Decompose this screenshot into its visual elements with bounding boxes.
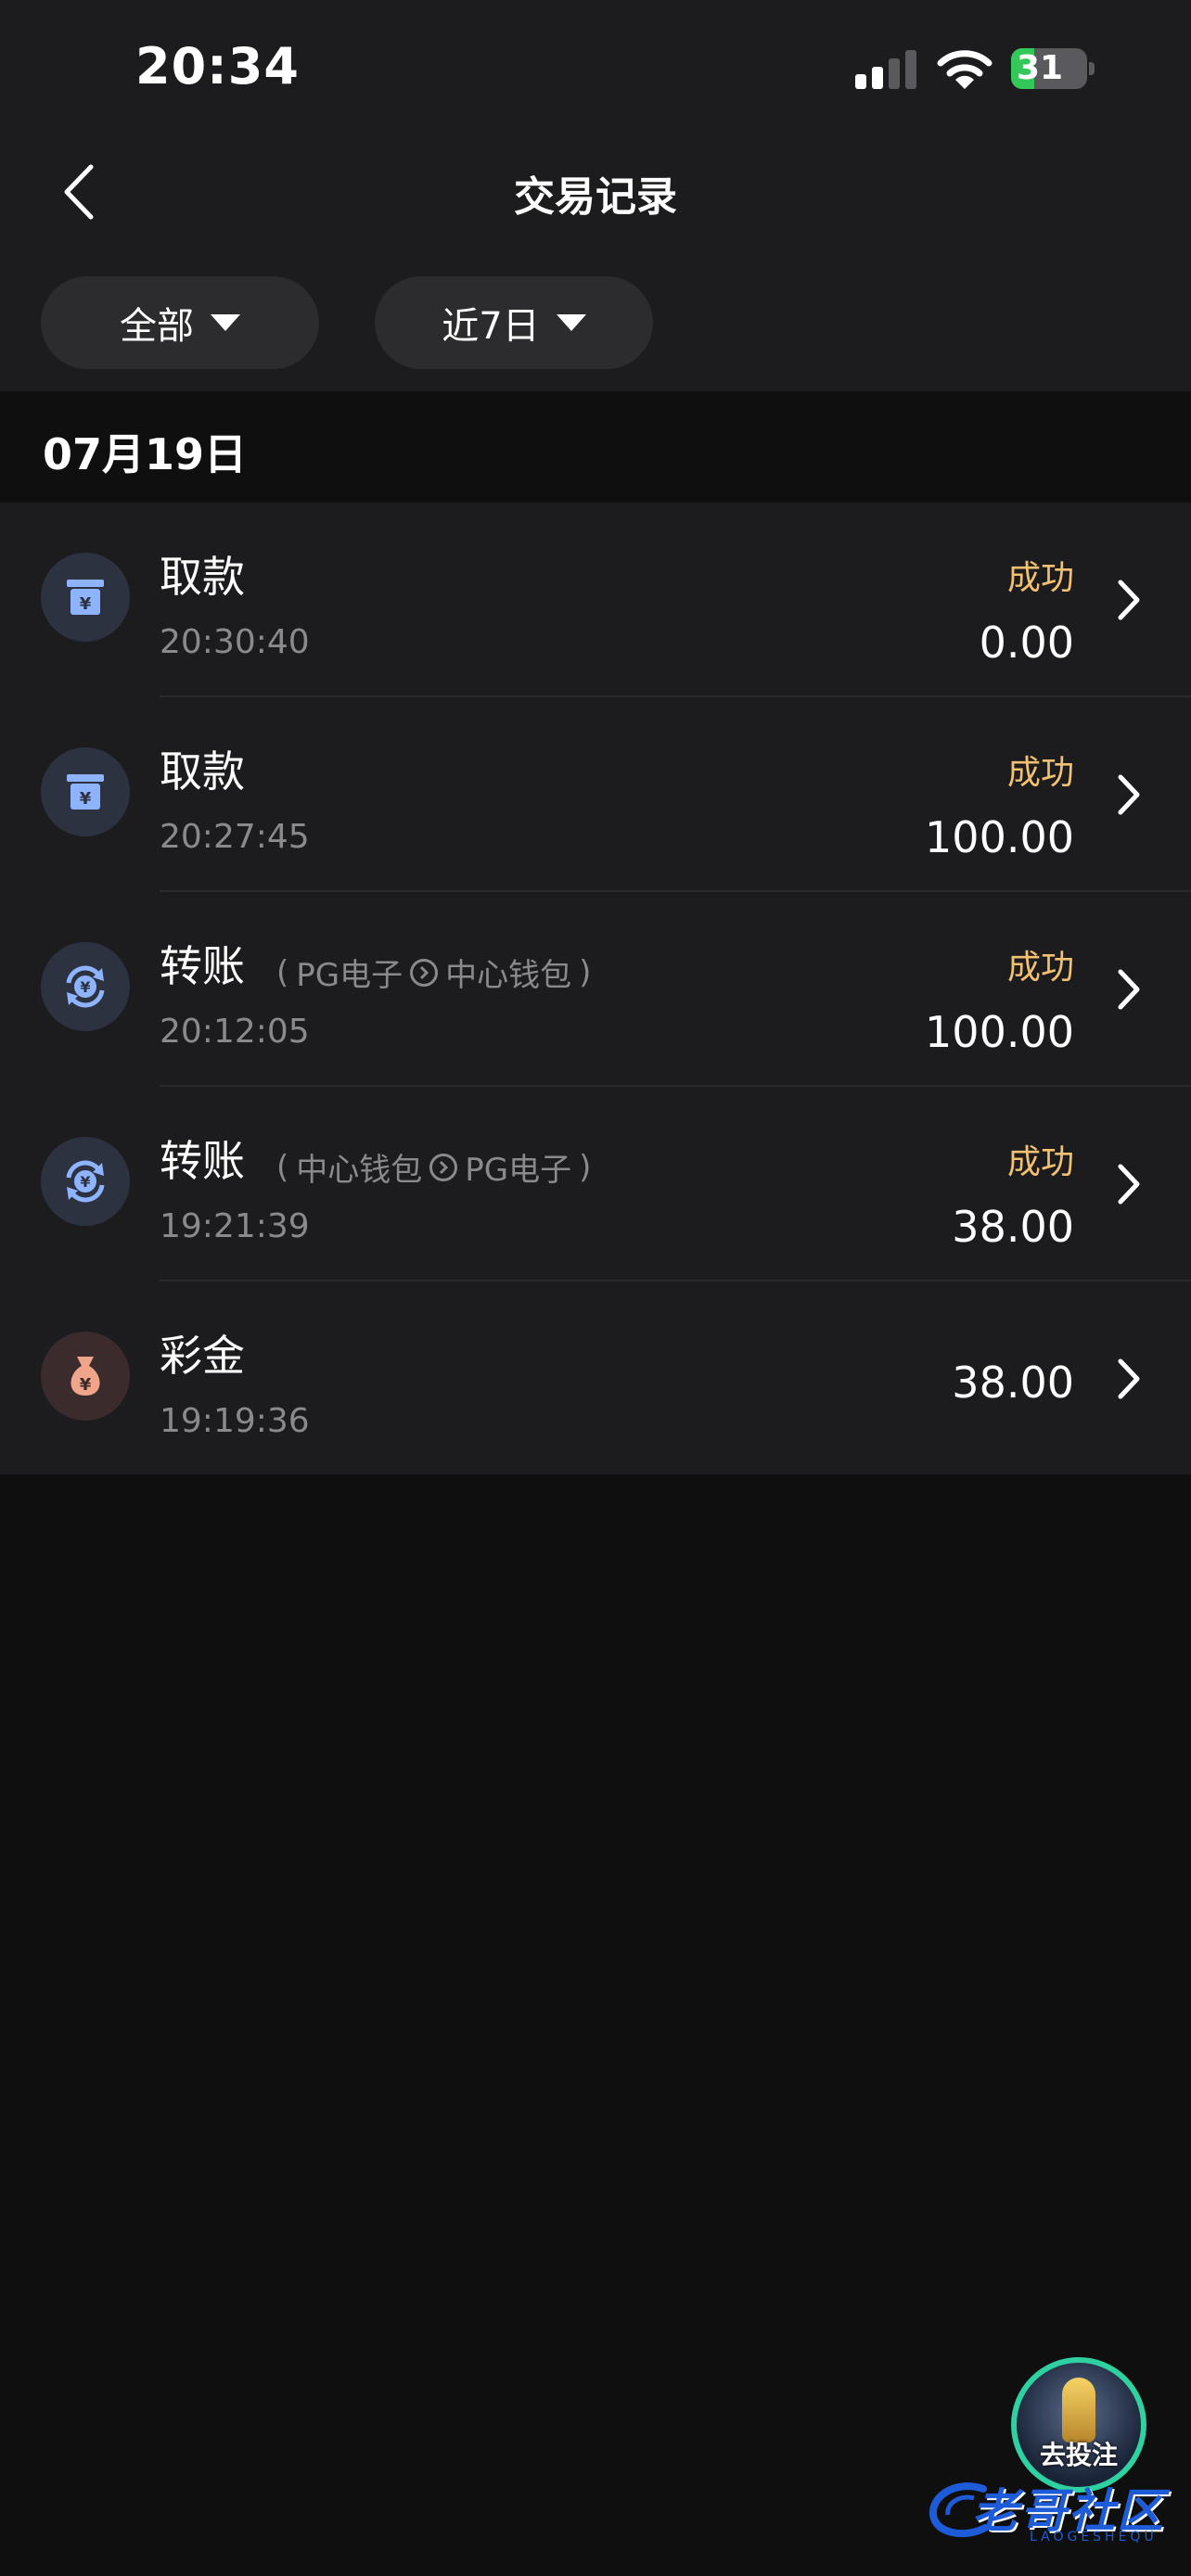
arrow-right-circle-icon <box>429 1153 458 1181</box>
withdraw-icon: ¥ <box>41 553 130 642</box>
battery-percent: 31 <box>1017 49 1064 87</box>
transfer-to: 中心钱包 <box>445 957 572 994</box>
withdraw-icon: ¥ <box>41 747 130 836</box>
transaction-type: 转账 <box>160 1136 245 1186</box>
transaction-status: 成功 <box>1006 1143 1074 1181</box>
transfer-icon: ¥ <box>41 942 130 1031</box>
transaction-type: 取款 <box>160 552 245 602</box>
transaction-type: 彩金 <box>160 1331 245 1381</box>
type-filter-label: 全部 <box>120 305 194 348</box>
date-group-header: 07月19日 <box>0 391 1191 503</box>
transaction-time: 19:21:39 <box>160 1207 310 1245</box>
transaction-amount: 38.00 <box>952 1358 1074 1408</box>
chevron-right-icon <box>1118 1358 1140 1399</box>
transaction-list: ¥ 取款 20:30:40 成功 0.00 ¥ 取款 20:27:45 成功 1… <box>0 503 1191 1474</box>
watermark-subtext: LAOGESHEQU <box>1030 2530 1158 2544</box>
transaction-row[interactable]: ¥ 取款 20:30:40 成功 0.00 <box>0 503 1191 697</box>
type-filter-dropdown[interactable]: 全部 <box>41 276 319 369</box>
trophy-icon <box>1062 2378 1095 2442</box>
transaction-status: 成功 <box>1006 754 1074 792</box>
transaction-amount: 0.00 <box>979 618 1074 668</box>
svg-text:¥: ¥ <box>80 978 90 996</box>
transfer-to: PG电子 <box>465 1152 572 1189</box>
transaction-status: 成功 <box>1006 559 1074 597</box>
transaction-row[interactable]: ¥ 转账 (中心钱包 PG电子) 19:21:39 成功 38.00 <box>0 1087 1191 1282</box>
transaction-row[interactable]: ¥ 彩金 19:19:36 38.00 <box>0 1282 1191 1476</box>
svg-text:¥: ¥ <box>80 789 92 809</box>
transaction-amount: 38.00 <box>952 1202 1074 1252</box>
watermark-logo: 老哥社区 LAOGESHEQU <box>928 2472 1178 2546</box>
battery-icon: 31 <box>1011 48 1096 89</box>
transaction-row[interactable]: ¥ 转账 (PG电子 中心钱包) 20:12:05 成功 100.00 <box>0 892 1191 1087</box>
date-range-label: 近7日 <box>442 305 540 348</box>
transaction-time: 20:12:05 <box>160 1013 310 1051</box>
transaction-type: 取款 <box>160 746 245 797</box>
chevron-right-icon <box>1118 774 1140 815</box>
bet-now-label: 去投注 <box>1039 2440 1118 2470</box>
chevron-right-icon <box>1118 1164 1140 1205</box>
transfer-from: 中心钱包 <box>296 1152 423 1189</box>
date-group-label: 07月19日 <box>43 429 248 479</box>
transaction-time: 19:19:36 <box>160 1402 310 1440</box>
transaction-row[interactable]: ¥ 取款 20:27:45 成功 100.00 <box>0 697 1191 892</box>
cellular-signal-icon <box>855 50 916 89</box>
caret-down-icon <box>556 314 586 331</box>
wifi-icon <box>937 50 992 89</box>
transaction-status: 成功 <box>1006 949 1074 987</box>
transfer-route: (PG电子 中心钱包) <box>276 950 591 995</box>
chevron-right-icon <box>1118 580 1140 620</box>
status-time: 20:34 <box>135 37 300 96</box>
transaction-time: 20:27:45 <box>160 818 310 856</box>
transaction-amount: 100.00 <box>925 1007 1074 1057</box>
transfer-route: (中心钱包 PG电子) <box>276 1144 591 1190</box>
transfer-icon: ¥ <box>41 1137 130 1226</box>
page-title: 交易记录 <box>514 173 677 221</box>
svg-text:¥: ¥ <box>80 594 92 614</box>
transaction-type: 转账 <box>160 941 245 991</box>
arrow-right-circle-icon <box>410 958 439 987</box>
transaction-amount: 100.00 <box>925 812 1074 862</box>
svg-text:¥: ¥ <box>80 1173 90 1191</box>
svg-text:¥: ¥ <box>80 1375 92 1395</box>
caret-down-icon <box>211 314 240 331</box>
transfer-from: PG电子 <box>296 957 403 994</box>
chevron-right-icon <box>1118 969 1140 1010</box>
bonus-icon: ¥ <box>41 1332 130 1421</box>
transaction-time: 20:30:40 <box>160 623 310 661</box>
date-range-dropdown[interactable]: 近7日 <box>375 276 653 369</box>
